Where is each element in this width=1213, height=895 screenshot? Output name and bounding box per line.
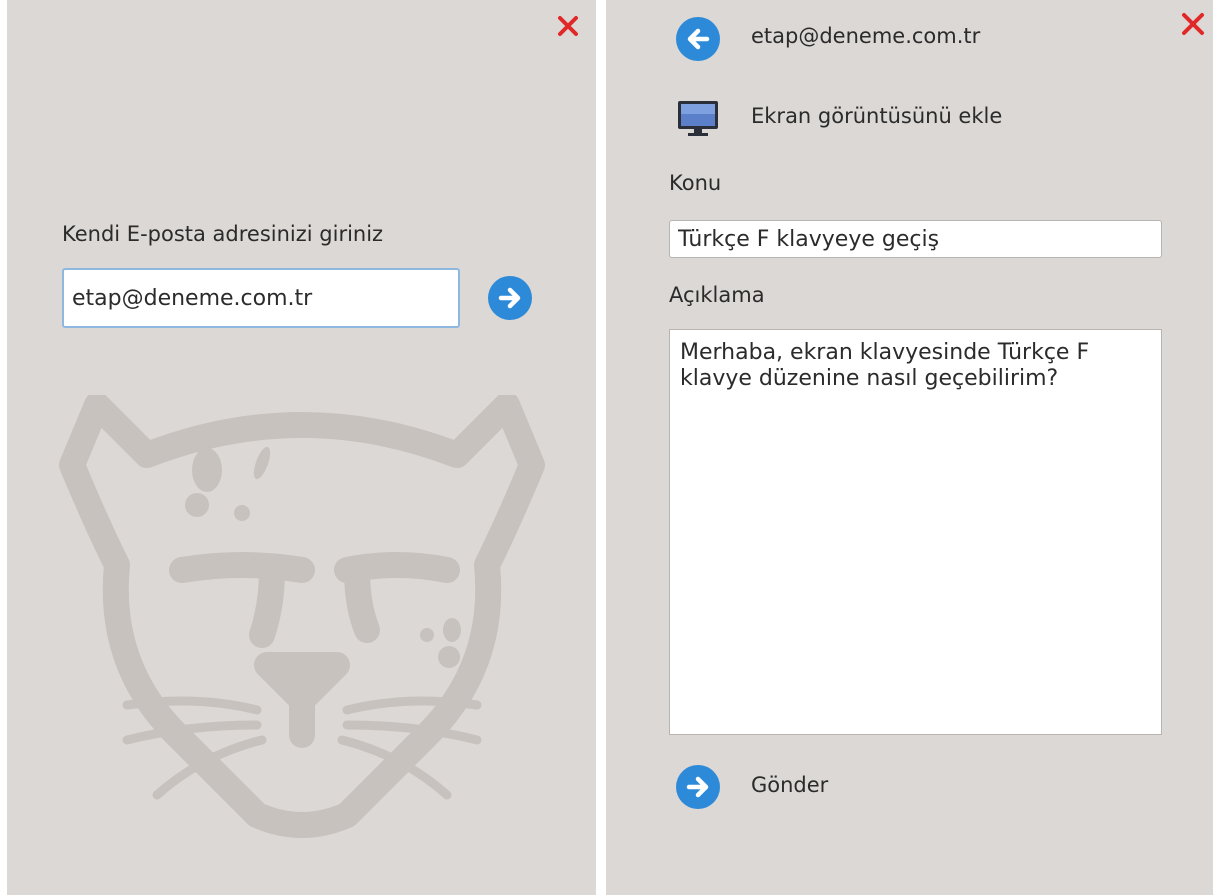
- close-button[interactable]: [1180, 11, 1206, 37]
- subject-input[interactable]: [669, 220, 1162, 258]
- monitor-screenshot-icon[interactable]: [676, 99, 720, 139]
- next-button[interactable]: [488, 276, 532, 320]
- account-email-label: etap@deneme.com.tr: [751, 24, 981, 48]
- send-button[interactable]: [676, 765, 720, 809]
- close-icon: [1182, 13, 1204, 35]
- cheetah-watermark-icon: [59, 395, 545, 838]
- email-prompt-label: Kendi E-posta adresinizi giriniz: [62, 222, 384, 246]
- add-screenshot-label[interactable]: Ekran görüntüsünü ekle: [751, 104, 1002, 128]
- close-button[interactable]: [555, 13, 581, 39]
- description-label: Açıklama: [669, 283, 765, 307]
- close-icon: [558, 16, 578, 36]
- description-textarea[interactable]: Merhaba, ekran klavyesinde Türkçe F klav…: [669, 329, 1162, 735]
- feedback-panel: etap@deneme.com.tr Ekran görüntüsünü ekl…: [606, 0, 1213, 895]
- send-label[interactable]: Gönder: [751, 773, 828, 797]
- arrow-right-icon: [686, 776, 709, 798]
- arrow-left-icon: [687, 28, 710, 50]
- email-input[interactable]: [62, 268, 460, 328]
- back-button[interactable]: [676, 17, 720, 61]
- arrow-right-icon: [498, 287, 521, 309]
- subject-label: Konu: [669, 171, 722, 195]
- email-entry-panel: Kendi E-posta adresinizi giriniz: [7, 0, 596, 895]
